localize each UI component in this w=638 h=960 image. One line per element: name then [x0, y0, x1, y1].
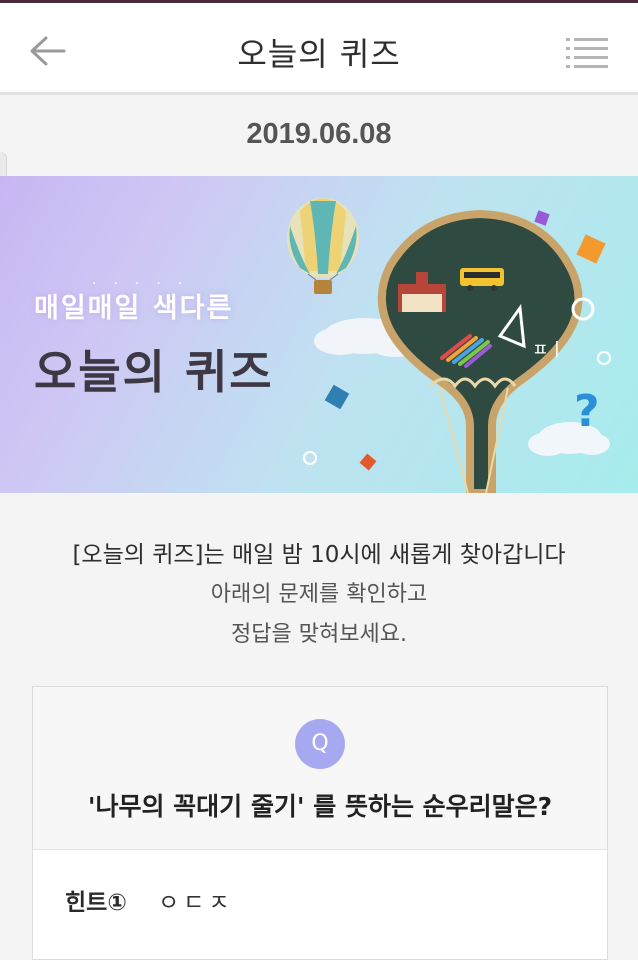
quiz-card: Q '나무의 꼭대기 줄기' 를 뜻하는 순우리말은? 힌트① ㅇㄷㅈ [32, 686, 608, 960]
svg-text:?: ? [574, 386, 600, 437]
question-header: Q '나무의 꼭대기 줄기' 를 뜻하는 순우리말은? [33, 687, 607, 850]
hint-label: 힌트① [65, 890, 127, 916]
hamburger-menu-icon [566, 38, 608, 68]
app-header: 오늘의 퀴즈 [0, 3, 638, 95]
hint-value: ㅇㄷㅈ [158, 890, 234, 916]
intro-text: [오늘의 퀴즈]는 매일 밤 10시에 새롭게 찾아갑니다 아래의 문제를 확인… [0, 535, 638, 655]
page-title: 오늘의 퀴즈 [237, 35, 401, 73]
banner-subtitle: 매일매일 색다른 [34, 293, 234, 324]
quiz-banner[interactable]: ㅍㅣ ? ····· 매일매일 색다른 오늘의 퀴즈 [0, 176, 638, 493]
question-badge: Q [295, 719, 345, 769]
intro-line-1: [오늘의 퀴즈]는 매일 밤 10시에 새롭게 찾아갑니다 [72, 542, 566, 568]
quiz-date: 2019.06.08 [246, 118, 392, 150]
intro-line-3: 정답을 맞혀보세요. [231, 622, 407, 647]
menu-button[interactable] [566, 35, 608, 69]
intro-line-2: 아래의 문제를 확인하고 [210, 582, 428, 607]
banner-illustration: ㅍㅣ ? [287, 198, 611, 493]
question-text: '나무의 꼭대기 줄기' 를 뜻하는 순우리말은? [87, 792, 553, 821]
svg-text:ㅍㅣ: ㅍㅣ [532, 340, 565, 361]
banner-title: 오늘의 퀴즈 [34, 345, 274, 399]
hint-row: 힌트① ㅇㄷㅈ [63, 883, 234, 917]
